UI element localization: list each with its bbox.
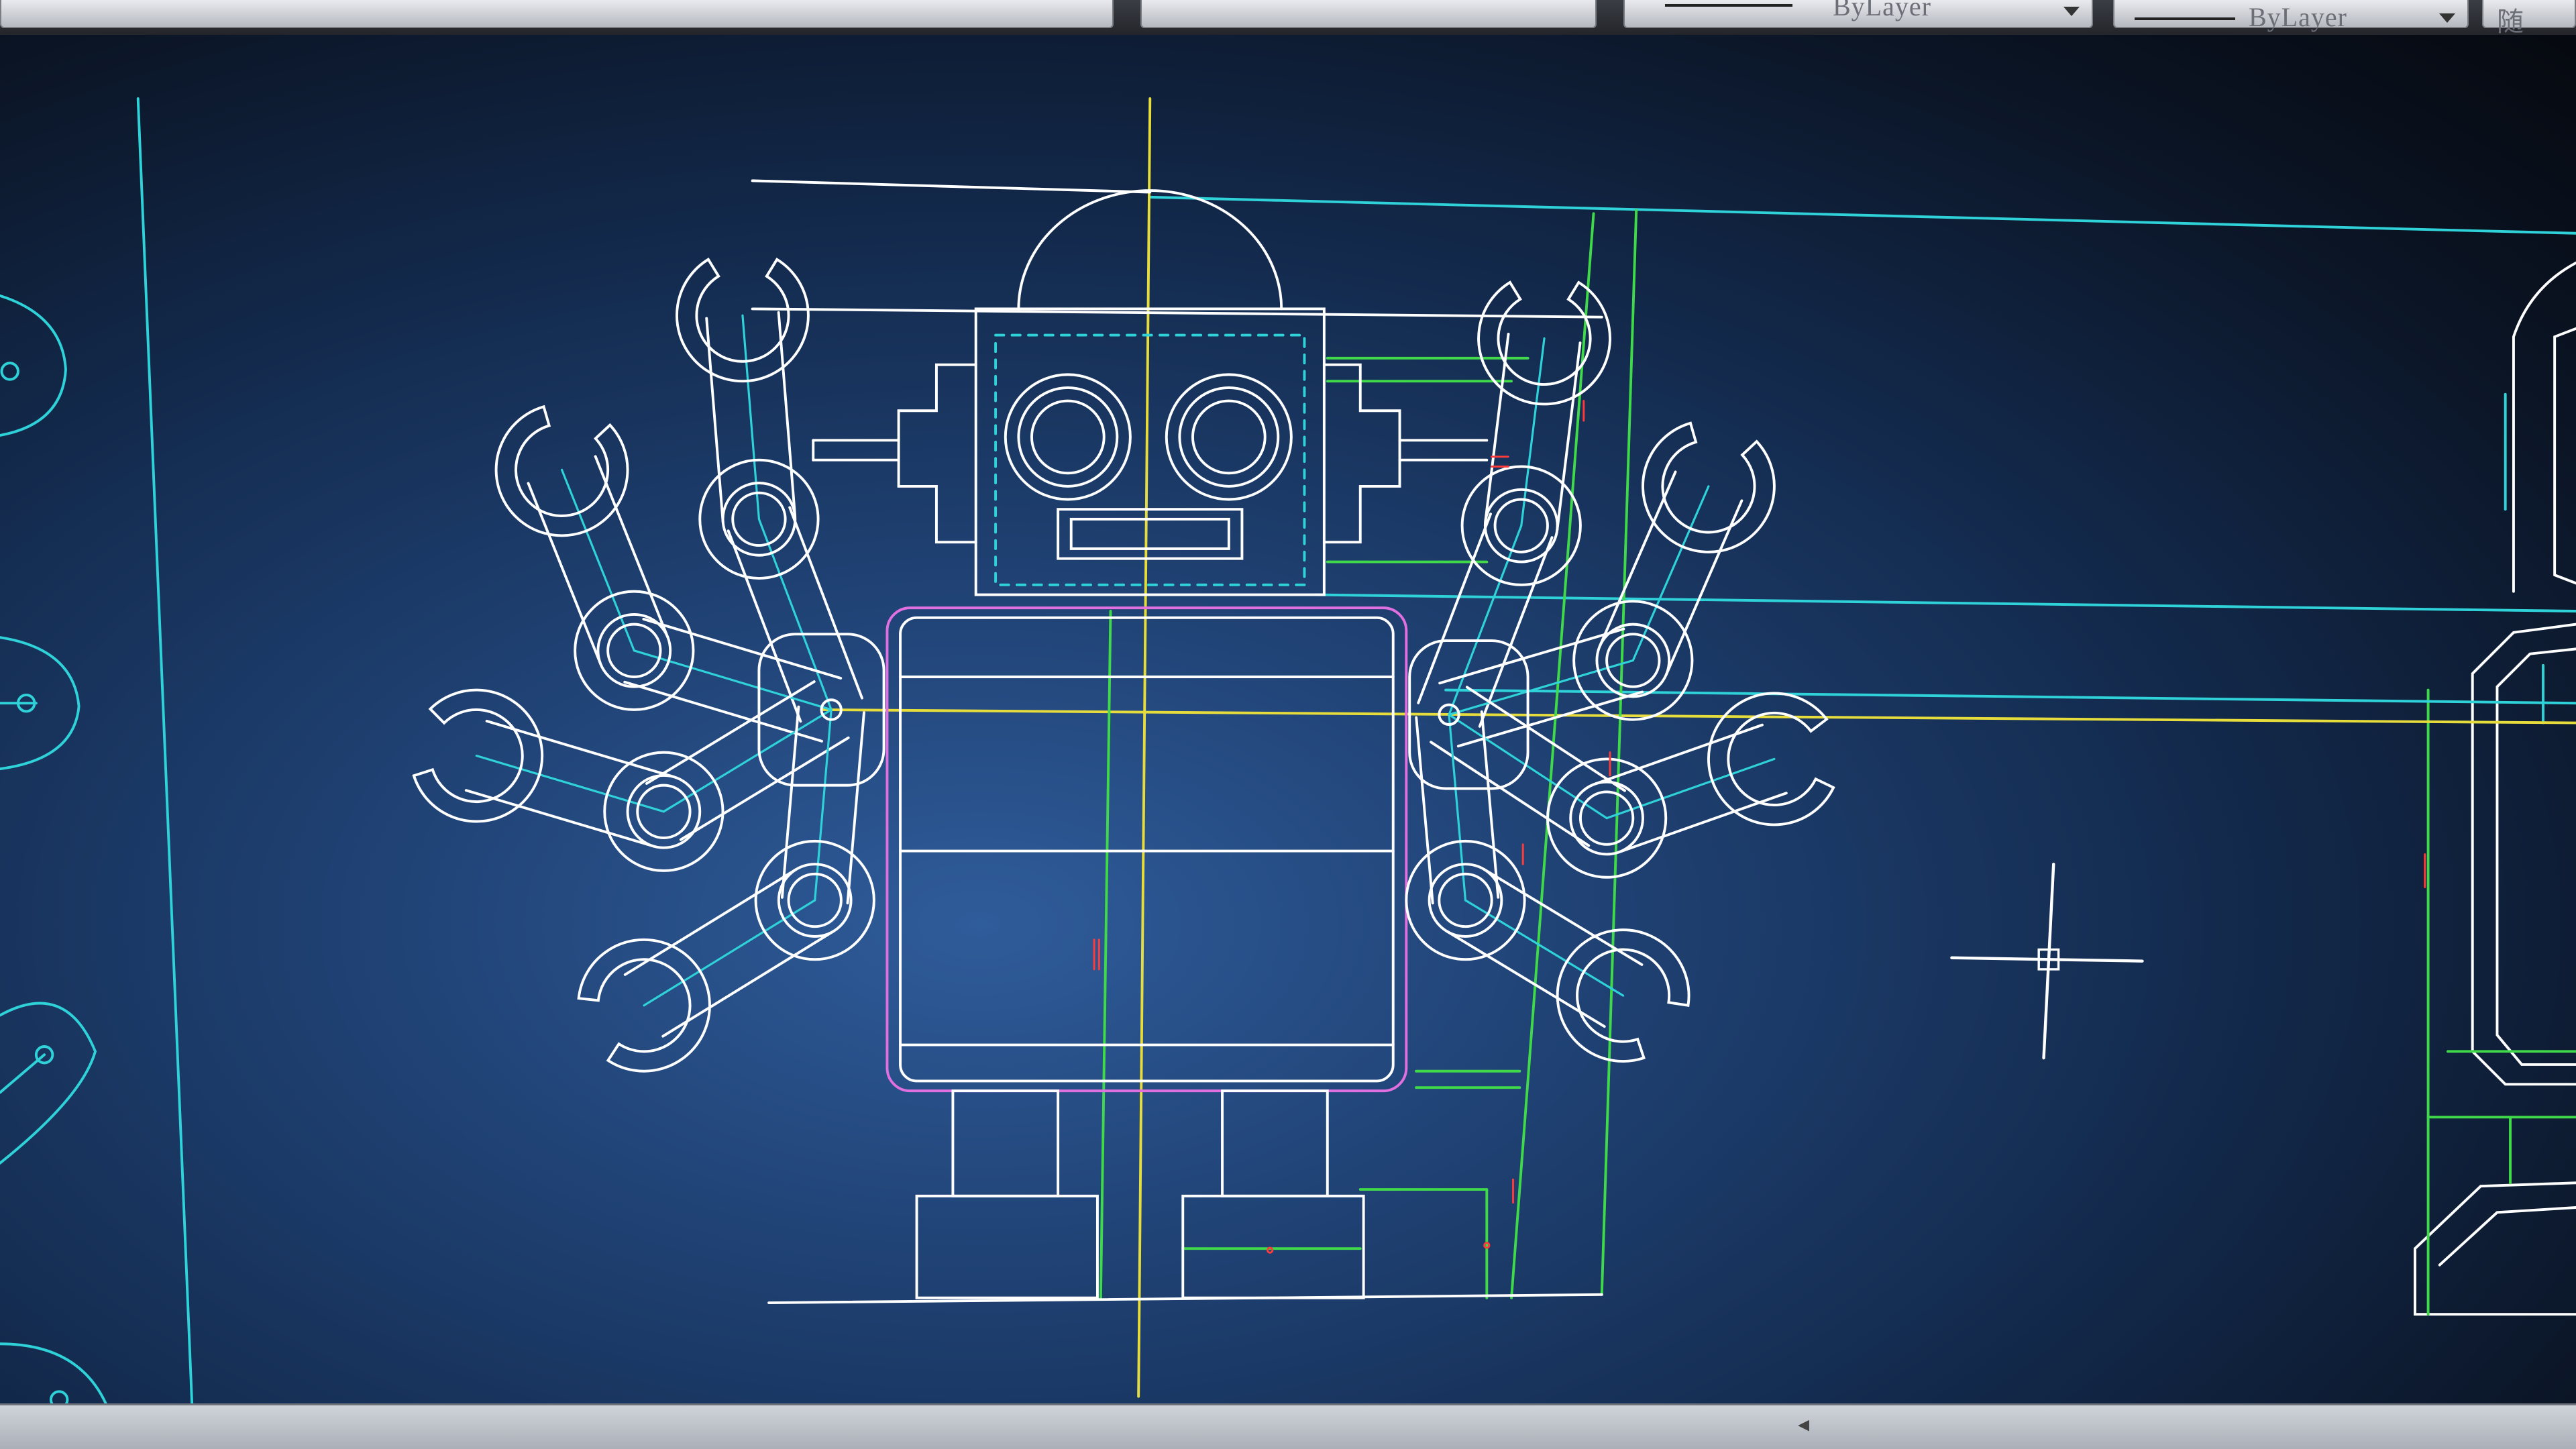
cad-drawing bbox=[0, 97, 2576, 1411]
arm-link-upper-axis bbox=[814, 708, 833, 902]
robot-left-eye-outer bbox=[1004, 373, 1132, 501]
left-partial-objects bbox=[0, 294, 110, 1411]
green-guide-lines bbox=[1099, 209, 1638, 1299]
right-partial-robot bbox=[2414, 261, 2576, 1316]
robot-left-ear bbox=[897, 363, 977, 544]
scroll-left-icon[interactable]: ◂ bbox=[1798, 1411, 1809, 1438]
top-reference-line bbox=[751, 179, 1152, 194]
horizontal-scrollbar[interactable]: ◂ bbox=[0, 1403, 2576, 1449]
guide-line-vertical bbox=[1137, 97, 1152, 1398]
arm-link-lower-axis bbox=[741, 314, 761, 521]
arm-link-upper-axis bbox=[662, 708, 833, 813]
cad-application-window: ByLayer ByLayer 随 ◂ bbox=[0, 0, 2576, 1449]
arm-link-upper-axis bbox=[757, 518, 833, 711]
construction-line-chest bbox=[1313, 593, 2576, 612]
arm-claw-gripper bbox=[1707, 692, 1835, 826]
right-partial-guides bbox=[2426, 688, 2576, 1316]
arm-link-upper-axis bbox=[1448, 525, 1523, 716]
guide-line-horizontal bbox=[820, 708, 2576, 724]
robot-head bbox=[812, 189, 1489, 596]
arm-link-lower-axis bbox=[1464, 899, 1625, 997]
construction-line-top bbox=[1148, 195, 2576, 235]
robot-legs bbox=[767, 1089, 1603, 1304]
drawing-border-line bbox=[136, 97, 194, 1411]
robot-right-ear bbox=[1322, 363, 1401, 544]
arm-link-upper-axis bbox=[1448, 713, 1467, 902]
robot-right-eye-outer bbox=[1165, 373, 1293, 501]
arm-link-lower-axis bbox=[1520, 337, 1546, 527]
robot-body bbox=[885, 606, 1408, 1093]
robot-mouth bbox=[1057, 508, 1244, 560]
arm-link-upper-axis bbox=[1448, 659, 1634, 716]
robot-head-outline bbox=[974, 307, 1326, 596]
arm-link-lower-axis bbox=[475, 754, 665, 813]
crosshair-cursor-icon bbox=[1950, 862, 2144, 1060]
